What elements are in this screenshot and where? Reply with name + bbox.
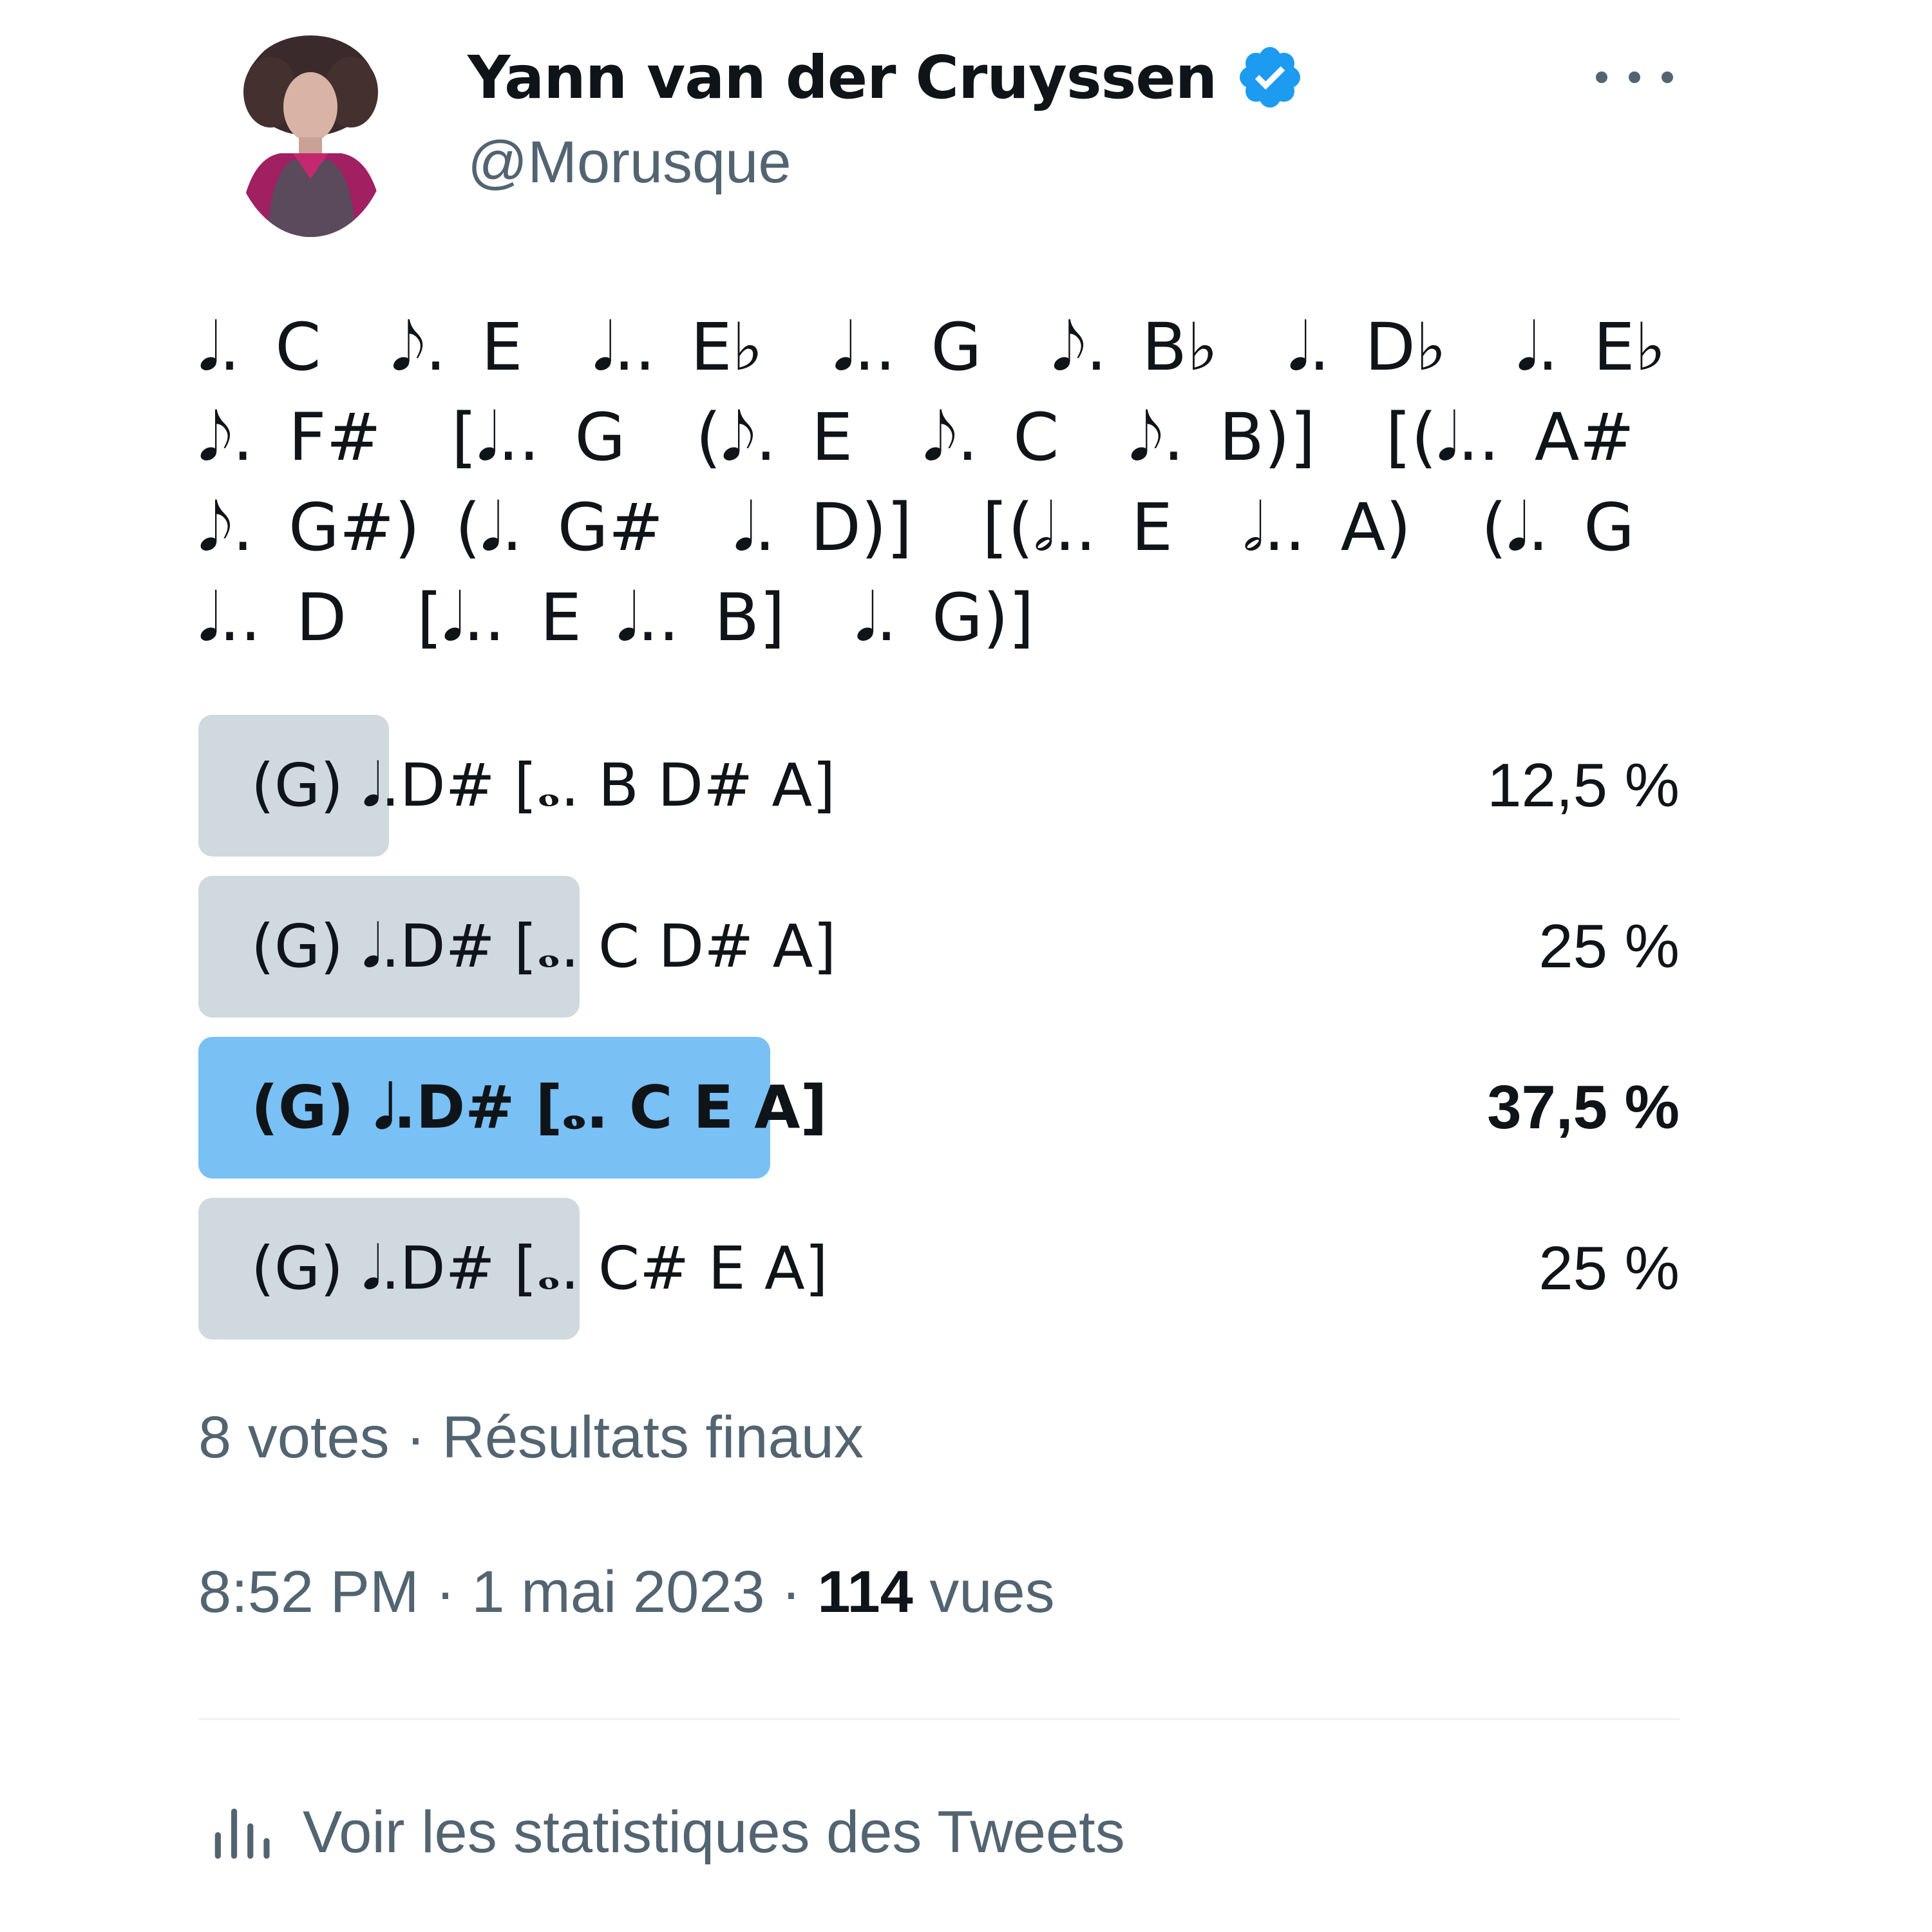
more-horizontal-icon-dot	[1596, 71, 1607, 83]
tweet-card: Yann van der Cruyssen @Morusque 𝅘𝅥. C 𝅘𝅥…	[198, 0, 1680, 1932]
verified-badge-icon	[1240, 47, 1301, 108]
poll-option: (G) 𝅘𝅥.D# [𝅝. C D# A] 25 %	[198, 876, 1680, 1018]
poll-option-percent: 25 %	[1539, 1234, 1680, 1303]
author-handle[interactable]: @Morusque	[468, 129, 791, 196]
author-name-row: Yann van der Cruyssen	[468, 39, 1305, 116]
poll-option-label: (G) 𝅘𝅥.D# [𝅝. C E A]	[251, 1073, 828, 1142]
more-options-button[interactable]	[1596, 55, 1673, 100]
separator-dot: ·	[781, 1559, 818, 1625]
poll-option: (G) 𝅘𝅥.D# [𝅝. B D# A] 12,5 %	[198, 715, 1680, 857]
tweet-text: 𝅘𝅥. C 𝅘𝅥𝅮. E 𝅘𝅥.. E♭ 𝅘𝅥.. G 𝅘𝅥𝅮. B♭ 𝅘𝅥. …	[198, 309, 1736, 656]
divider	[198, 1718, 1680, 1720]
separator-dot: ·	[435, 1559, 472, 1625]
author-name[interactable]: Yann van der Cruyssen	[468, 43, 1217, 112]
analytics-bar-chart-icon	[214, 1808, 270, 1859]
poll-option-label: (G) 𝅘𝅥.D# [𝅝. B D# A]	[251, 751, 836, 820]
tweet-time[interactable]: 8:52 PM	[198, 1559, 419, 1625]
poll-option-winner: (G) 𝅘𝅥.D# [𝅝. C E A] 37,5 %	[198, 1037, 1680, 1179]
views-count: 114	[817, 1559, 913, 1625]
more-horizontal-icon-dot	[1629, 71, 1640, 83]
view-tweet-analytics-link[interactable]: Voir les statistiques des Tweets	[198, 1790, 1125, 1874]
poll-option-label: (G) 𝅘𝅥.D# [𝅝. C D# A]	[251, 912, 837, 981]
author-avatar[interactable]	[232, 31, 390, 237]
more-horizontal-icon-dot	[1662, 71, 1673, 83]
profile-photo-icon	[232, 31, 390, 237]
tweet-metadata: 8:52 PM · 1 mai 2023 · 114 vues	[198, 1558, 1055, 1626]
poll-option-percent: 12,5 %	[1487, 751, 1680, 820]
views-label: vues	[929, 1559, 1055, 1625]
view-tweet-analytics-label: Voir les statistiques des Tweets	[303, 1799, 1125, 1865]
poll-option-label: (G) 𝅘𝅥.D# [𝅝. C# E A]	[251, 1234, 828, 1303]
poll-option-percent: 25 %	[1539, 912, 1680, 981]
poll-option: (G) 𝅘𝅥.D# [𝅝. C# E A] 25 %	[198, 1198, 1680, 1340]
poll-option-percent: 37,5 %	[1487, 1073, 1680, 1142]
tweet-date[interactable]: 1 mai 2023	[471, 1559, 764, 1625]
poll-summary: 8 votes · Résultats finaux	[198, 1405, 864, 1470]
